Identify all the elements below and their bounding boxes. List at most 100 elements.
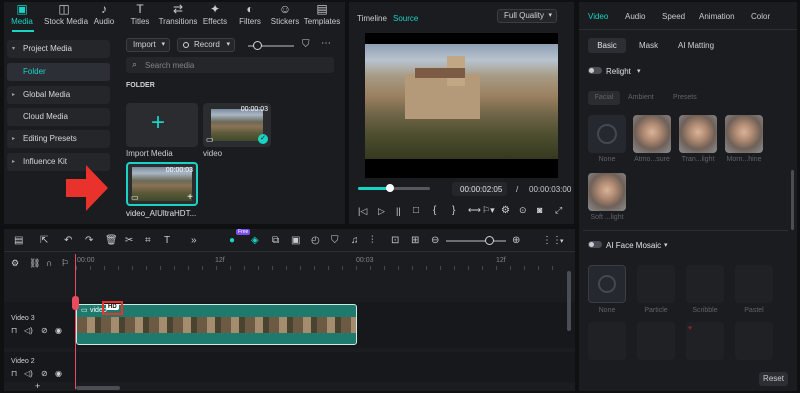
tab-stock-media[interactable]: ◫ Stock Media	[44, 2, 88, 26]
expand-icon[interactable]: ⟷	[468, 205, 481, 216]
tab-templates[interactable]: ▤ Templates	[302, 2, 342, 26]
subtitle-icon[interactable]: ⊡	[391, 235, 399, 246]
preset-morning[interactable]	[725, 115, 763, 153]
audio-mixer-icon[interactable]: ⫶	[371, 235, 374, 246]
tab-media[interactable]: ▣ Media	[4, 2, 40, 26]
undo-icon[interactable]: ↶	[64, 235, 72, 246]
mosaic-particle[interactable]	[637, 265, 675, 303]
tab-titles[interactable]: T Titles	[122, 2, 158, 26]
sidebar-item-cloud-media[interactable]: Cloud Media	[7, 108, 110, 126]
audio-icon[interactable]: ⊙	[519, 205, 527, 216]
mark-in-icon[interactable]: {	[433, 205, 436, 216]
tab-speed[interactable]: Speed	[662, 12, 685, 21]
mute-icon[interactable]: ⊘	[41, 369, 48, 378]
mosaic-option[interactable]	[588, 322, 626, 360]
zoom-out-icon[interactable]: ⊖	[431, 235, 439, 246]
relight-tab-presets[interactable]: Presets	[673, 94, 697, 101]
relight-tab-ambient[interactable]: Ambient	[628, 94, 654, 101]
mosaic-option[interactable]	[637, 322, 675, 360]
mosaic-option[interactable]: ♥	[686, 322, 724, 360]
tab-transitions[interactable]: ⇄ Transitions	[158, 2, 198, 26]
media-clip[interactable]: 00:00:03 ▭ ✓	[203, 103, 271, 147]
zoom-slider-handle[interactable]	[485, 236, 494, 245]
filter-icon[interactable]: ⛉	[302, 39, 310, 50]
redo-icon[interactable]: ↷	[85, 235, 93, 246]
settings-icon[interactable]: ⚙	[501, 205, 510, 216]
volume-icon[interactable]: ◁)	[24, 326, 33, 335]
tab-audio[interactable]: ♪ Audio	[86, 2, 122, 26]
mosaic-toggle[interactable]	[588, 241, 602, 248]
layout-icon[interactable]: ▤	[14, 235, 23, 246]
snapshot-icon[interactable]: ◙	[537, 205, 542, 215]
tab-video[interactable]: Video	[588, 12, 608, 21]
tab-filters[interactable]: ◐ Filters	[232, 2, 268, 26]
sidebar-item-editing-presets[interactable]: ▸ Editing Presets	[7, 130, 110, 148]
tab-timeline[interactable]: Timeline	[357, 14, 387, 23]
mic-icon[interactable]: ♫	[351, 235, 359, 246]
timeline-playhead[interactable]	[75, 254, 76, 389]
speed-icon[interactable]: ◴	[311, 235, 320, 246]
sidebar-item-project-media[interactable]: ▾ Project Media	[7, 40, 110, 58]
volume-icon[interactable]: ◁)	[24, 369, 33, 378]
play-icon[interactable]: ▷	[378, 206, 385, 217]
mark-out-icon[interactable]: }	[452, 205, 455, 216]
slider-handle[interactable]	[253, 41, 262, 50]
preset-atmosphere[interactable]	[633, 115, 671, 153]
chevron-down-icon[interactable]: ▾	[637, 67, 641, 75]
lock-icon[interactable]: ⊓	[11, 326, 17, 335]
tab-color[interactable]: Color	[751, 12, 770, 21]
tab-effects[interactable]: ✦ Effects	[197, 2, 233, 26]
search-input[interactable]: ⌕ Search media	[126, 57, 334, 73]
timeline-v-scrollbar[interactable]	[567, 271, 571, 331]
subtab-mask[interactable]: Mask	[639, 41, 658, 50]
shield-icon[interactable]: ⛉	[331, 235, 339, 246]
add-icon[interactable]: +	[187, 192, 193, 203]
marker-icon[interactable]: ⚐	[61, 258, 69, 269]
tab-animation[interactable]: Animation	[699, 12, 735, 21]
add-track-icon[interactable]: +	[35, 381, 40, 391]
clip-icon[interactable]: ⧉	[272, 235, 279, 246]
lock-icon[interactable]: ⊓	[11, 369, 17, 378]
quality-select[interactable]: Full Quality ▾	[497, 9, 557, 23]
select-icon[interactable]: ⇱	[40, 235, 48, 246]
more-icon[interactable]: ⋯	[321, 38, 331, 49]
playhead-marker[interactable]	[72, 296, 79, 310]
mosaic-pastel[interactable]	[735, 265, 773, 303]
crop-icon[interactable]: ⌗	[145, 235, 151, 246]
grid-icon[interactable]: ⋮⋮	[542, 235, 562, 246]
relight-tab-facial[interactable]: Facial	[588, 91, 620, 105]
previous-frame-icon[interactable]: |◁	[358, 206, 367, 217]
import-media-tile[interactable]: +	[126, 103, 198, 147]
tab-source[interactable]: Source	[393, 14, 418, 23]
subtab-ai-matting[interactable]: AI Matting	[678, 41, 714, 50]
pip-icon[interactable]: ⊞	[411, 235, 419, 246]
preset-tran-light[interactable]	[679, 115, 717, 153]
delete-icon[interactable]: 🗑	[105, 235, 118, 246]
preset-none[interactable]	[588, 115, 626, 153]
ai-edit-icon[interactable]: ◈	[251, 235, 259, 246]
preset-soft-light[interactable]	[588, 173, 626, 211]
mute-icon[interactable]: ⊘	[41, 326, 48, 335]
split-icon[interactable]: ✂	[125, 235, 133, 246]
tab-stickers[interactable]: ☺ Stickers	[267, 2, 303, 26]
subtab-basic[interactable]: Basic	[588, 38, 626, 53]
fullscreen-icon[interactable]: ⤢	[555, 205, 562, 216]
record-button[interactable]: Record ▾	[177, 38, 235, 52]
magnet-icon[interactable]: ∩	[46, 258, 52, 268]
tab-audio[interactable]: Audio	[625, 12, 645, 21]
chevron-down-icon[interactable]: ▾	[560, 237, 564, 245]
sidebar-item-folder[interactable]: Folder	[7, 63, 110, 81]
marker-icon[interactable]: ⚐▾	[482, 205, 495, 216]
chevron-down-icon[interactable]: ▾	[664, 241, 668, 249]
link-icon[interactable]: ⛓	[29, 258, 40, 269]
inspector-scrollbar[interactable]	[791, 170, 794, 230]
image-icon[interactable]: ▣	[291, 235, 300, 246]
eye-icon[interactable]: ◉	[55, 326, 62, 335]
mosaic-option[interactable]	[735, 322, 773, 360]
more-tools-icon[interactable]: »	[191, 235, 197, 246]
zoom-slider-track[interactable]	[446, 240, 506, 242]
reset-button[interactable]: Reset	[759, 372, 788, 386]
mosaic-none[interactable]	[588, 265, 626, 303]
import-button[interactable]: Import ▾	[126, 38, 170, 52]
media-clip-selected[interactable]: 00:00:03 ▭ +	[126, 162, 198, 206]
